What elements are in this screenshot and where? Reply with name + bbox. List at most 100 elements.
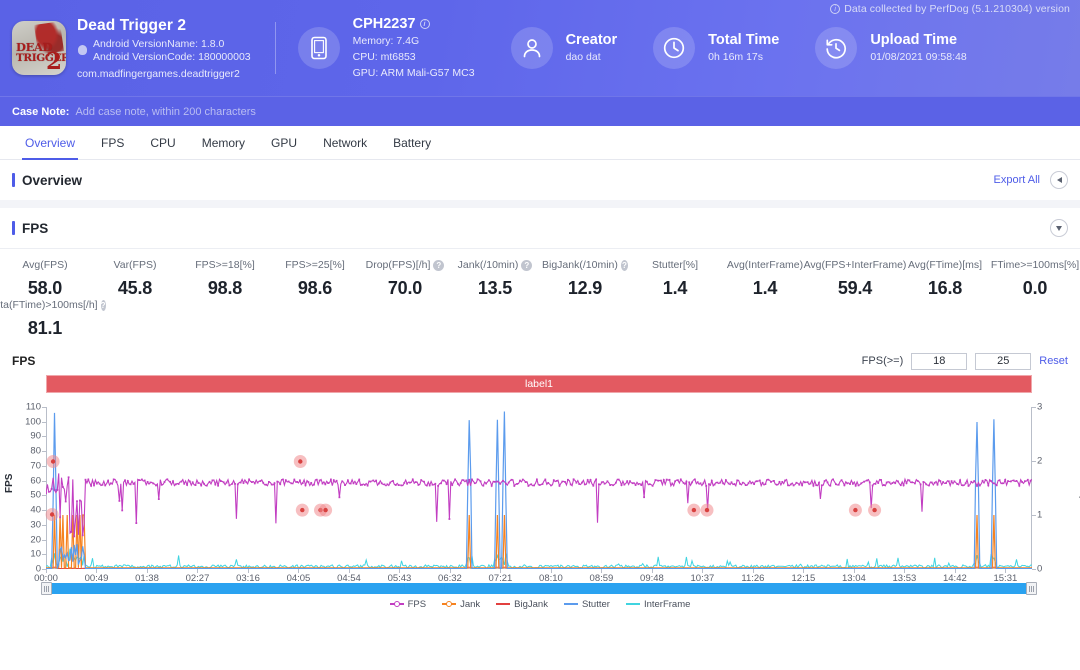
metric-label: Delta(FTime)>100ms[/h]? [2, 299, 88, 311]
app-header: i Data collected by PerfDog (5.1.210304)… [0, 0, 1080, 96]
fps-section: FPS Avg(FPS)58.0Var(FPS)45.8FPS>=18[%]98… [0, 208, 1080, 611]
tab-cpu[interactable]: CPU [137, 126, 188, 159]
app-title: Dead Trigger 2 [77, 17, 251, 35]
legend-label: FPS [408, 599, 426, 610]
metric-value: 58.0 [2, 278, 88, 299]
legend-item[interactable]: Stutter [564, 599, 610, 610]
page-title: Overview [22, 173, 82, 188]
y-tick-label: 60 [30, 475, 41, 486]
zoom-handle-left[interactable] [41, 582, 52, 595]
case-note-label: Case Note: [12, 106, 69, 118]
collapse-left-button[interactable] [1050, 171, 1068, 189]
y-tick-mark [42, 495, 46, 496]
info-icon: i [830, 4, 840, 14]
user-icon [511, 27, 553, 69]
legend-item[interactable]: Jank [442, 599, 480, 610]
app-info-block: DEAD TRIGGER 2 Dead Trigger 2 Android Ve… [0, 0, 271, 96]
metric-cell: Avg(FPS)58.0 [0, 259, 90, 299]
metric-label: FPS>=18[%] [182, 259, 268, 271]
legend-item[interactable]: InterFrame [626, 599, 690, 610]
x-tick-mark [197, 569, 198, 573]
metric-label: Jank(/10min)? [452, 259, 538, 271]
help-icon[interactable]: ? [101, 300, 106, 311]
legend-marker-icon [394, 601, 400, 607]
legend-label: InterFrame [644, 599, 690, 610]
tab-fps[interactable]: FPS [88, 126, 137, 159]
metric-value: 59.4 [812, 278, 898, 299]
section-accent-bar [12, 221, 15, 235]
legend-swatch-icon [442, 603, 456, 605]
metric-label: Var(FPS) [92, 259, 178, 271]
case-note-input[interactable]: Add case note, within 200 characters [75, 106, 255, 118]
app-version-name: Android VersionName: 1.8.0 [93, 38, 224, 50]
annotation-band-text: label1 [525, 378, 553, 390]
y2-tick-label: 1 [1037, 510, 1042, 521]
export-all-button[interactable]: Export All [994, 174, 1040, 186]
chart-legend: FPS Jank BigJank Stutter InterFrame [0, 597, 1080, 611]
annotation-band-label1[interactable]: label1 [46, 375, 1032, 393]
tab-network[interactable]: Network [310, 126, 380, 159]
y-tick-mark [42, 525, 46, 526]
creator-title: Creator [566, 32, 618, 48]
y2-tick-mark [1032, 515, 1036, 516]
main-tabs: Overview FPS CPU Memory GPU Network Batt… [0, 126, 1080, 160]
legend-item[interactable]: BigJank [496, 599, 548, 610]
metric-cell: Stutter[%] 1.4 [630, 259, 720, 299]
metric-value: 1.4 [632, 278, 718, 299]
y-tick-mark [42, 451, 46, 452]
chart-zoom-slider[interactable] [46, 582, 1032, 595]
device-cpu: CPU: mt6853 [353, 50, 475, 64]
creator-block: Creator dao dat [493, 0, 636, 96]
data-collected-note: i Data collected by PerfDog (5.1.210304)… [830, 3, 1070, 15]
tab-gpu[interactable]: GPU [258, 126, 310, 159]
app-icon: DEAD TRIGGER 2 [12, 21, 66, 75]
metric-label: Avg(FTime)[ms] [902, 259, 988, 271]
fps-threshold-1-input[interactable]: 18 [911, 353, 967, 370]
fps-metrics: Avg(FPS)58.0Var(FPS)45.8FPS>=18[%]98.8FP… [0, 249, 1080, 343]
legend-item[interactable]: FPS [390, 599, 426, 610]
legend-label: BigJank [514, 599, 548, 610]
help-icon[interactable]: ? [521, 260, 532, 271]
chevron-down-icon [1056, 226, 1062, 231]
metric-label: Drop(FPS)[/h]? [362, 259, 448, 271]
metric-label: Stutter[%] [632, 259, 718, 271]
overview-section: Overview Export All [0, 160, 1080, 200]
device-info-icon[interactable]: i [420, 19, 430, 29]
tab-memory[interactable]: Memory [189, 126, 258, 159]
x-tick-mark [96, 569, 97, 573]
history-clock-icon [815, 27, 857, 69]
reset-button[interactable]: Reset [1039, 355, 1068, 367]
data-collected-text: Data collected by PerfDog (5.1.210304) v… [844, 3, 1070, 15]
x-tick-mark [904, 569, 905, 573]
app-versions: Android VersionName: 1.8.0 Android Versi… [77, 38, 251, 64]
metric-value: 0.0 [992, 278, 1078, 299]
fps-threshold-2-input[interactable]: 25 [975, 353, 1031, 370]
x-tick-mark [955, 569, 956, 573]
fps-chart-container: FPS FPS(>=) 18 25 Reset label1 FPS Jank … [0, 343, 1080, 611]
tab-battery[interactable]: Battery [380, 126, 444, 159]
help-icon[interactable]: ? [621, 260, 628, 271]
total-time-title: Total Time [708, 32, 779, 48]
phone-icon [298, 27, 340, 69]
y-tick-mark [42, 422, 46, 423]
y-tick-label: 110 [26, 402, 41, 413]
collapse-down-button[interactable] [1050, 219, 1068, 237]
zoom-track[interactable] [46, 583, 1032, 594]
overview-section-header: Overview Export All [0, 160, 1080, 200]
legend-label: Stutter [582, 599, 610, 610]
metric-cell: Delta(FTime)>100ms[/h]?81.1 [0, 299, 90, 339]
y2-tick-mark [1032, 461, 1036, 462]
metric-cell: Var(FPS)45.8 [90, 259, 180, 299]
case-note-bar[interactable]: Case Note: Add case note, within 200 cha… [0, 96, 1080, 126]
app-text-block: Dead Trigger 2 Android VersionName: 1.8.… [77, 17, 251, 80]
tab-overview[interactable]: Overview [12, 126, 88, 159]
x-tick-mark [753, 569, 754, 573]
metric-label: Avg(FPS+InterFrame) [812, 259, 898, 271]
x-tick-mark [349, 569, 350, 573]
metric-cell: FPS>=25[%]98.6 [270, 259, 360, 299]
upload-time-value: 01/08/2021 09:58:48 [870, 50, 966, 64]
zoom-handle-right[interactable] [1026, 582, 1037, 595]
y2-tick-label: 3 [1037, 402, 1042, 413]
metric-value: 70.0 [362, 278, 448, 299]
help-icon[interactable]: ? [433, 260, 444, 271]
